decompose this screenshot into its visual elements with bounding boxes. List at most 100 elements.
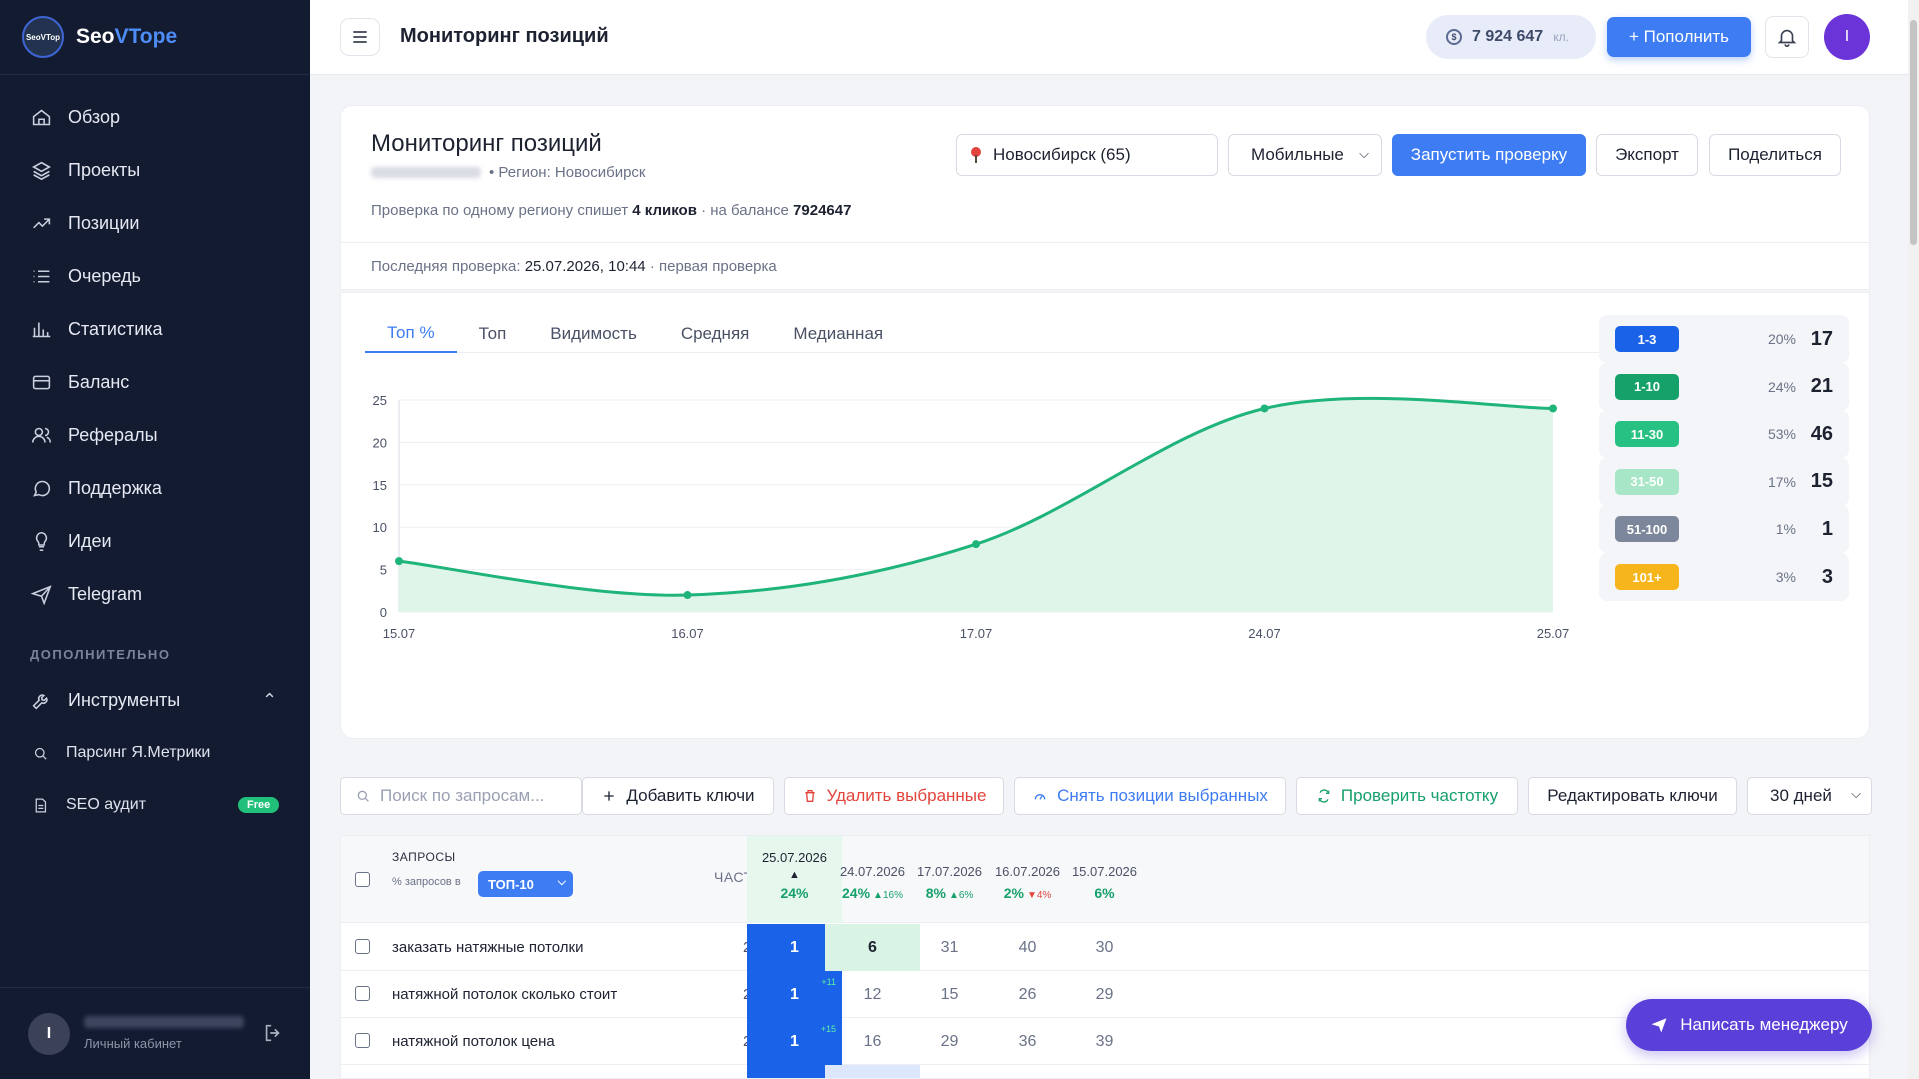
sidebar-item-3[interactable]: Очередь (0, 250, 310, 303)
col-pct-label: % запросов в (392, 876, 461, 888)
users-icon (30, 425, 52, 447)
sidebar-item-1[interactable]: Проекты (0, 144, 310, 197)
search-input[interactable]: Поиск по запросам... (340, 777, 582, 815)
bulb-icon (30, 531, 52, 553)
positions-chart: 0 5 10 15 20 25 15.07 16.07 17.07 24.07 25.07 (373, 393, 1570, 641)
layers-icon (30, 160, 52, 182)
project-card: Мониторинг позиций • Регион: Новосибирск… (340, 105, 1870, 290)
sidebar-item-label: Статистика (68, 319, 163, 339)
legend-range-badge: 51-100 (1615, 516, 1679, 543)
bell-icon (1777, 29, 1797, 47)
sidebar-item-4[interactable]: Статистика (0, 303, 310, 356)
legend-range-badge: 1-10 (1615, 373, 1679, 400)
balance-pill[interactable]: $ 7 924 647 кл. (1426, 15, 1596, 59)
remove-positions-button[interactable]: Снять позиции выбранных (1014, 777, 1286, 815)
profile-block[interactable]: I Личный кабинет (0, 987, 310, 1079)
logo[interactable]: SeoVTop SeoVTope (0, 0, 310, 75)
table-row[interactable] (341, 1065, 1869, 1078)
user-avatar-button[interactable]: I (1824, 14, 1870, 60)
sidebar-item-9[interactable]: Telegram (0, 568, 310, 621)
region-input[interactable]: Новосибирск (65) (956, 134, 1218, 176)
page-scrollbar[interactable] (1908, 0, 1919, 1079)
sidebar-item-0[interactable]: Обзор (0, 91, 310, 144)
free-badge: Free (238, 797, 280, 813)
sidebar-item-2[interactable]: Позиции (0, 197, 310, 250)
sidebar-item-7[interactable]: Поддержка (0, 462, 310, 515)
legend-row[interactable]: 11-30 53% 46 (1599, 410, 1849, 459)
sidebar-item-8[interactable]: Идеи (0, 515, 310, 568)
balance-value: 7 924 647 (1472, 28, 1544, 45)
send-icon (1651, 1018, 1667, 1033)
edit-keys-button[interactable]: Редактировать ключи (1528, 777, 1737, 815)
sidebar-item-6[interactable]: Рефералы (0, 409, 310, 462)
delete-selected-button[interactable]: Удалить выбранные (784, 777, 1004, 815)
query-text: заказать натяжные потолки (392, 939, 584, 956)
sidebar-item-label: Инструменты (68, 690, 181, 710)
pin-icon (971, 147, 981, 163)
write-manager-button[interactable]: Написать менеджеру (1626, 999, 1872, 1051)
profile-subtitle: Личный кабинет (84, 1036, 182, 1051)
row-checkbox[interactable] (355, 1033, 370, 1048)
query-text: натяжной потолок цена (392, 1033, 555, 1050)
legend-count: 15 (1810, 470, 1833, 493)
scrollbar-thumb[interactable] (1910, 20, 1917, 245)
legend-range-badge: 101+ (1615, 564, 1679, 590)
run-check-button[interactable]: Запустить проверку (1392, 134, 1586, 176)
legend-row[interactable]: 101+ 3% 3 (1599, 553, 1849, 601)
table-header: ЗАПРОСЫ % запросов в ТОП-10⌵ ЧАСТОТА 25.… (341, 836, 1869, 923)
sidebar-item-metrika[interactable]: Парсинг Я.Метрики (0, 727, 310, 779)
data-point (1260, 404, 1269, 413)
chevron-down-icon: ⌵ (557, 876, 566, 888)
top-range-select[interactable]: ТОП-10 ⌵ (478, 871, 573, 897)
region-text: • Регион: Новосибирск (489, 164, 646, 181)
sidebar-section-label: ДОПОЛНИТЕЛЬНО (30, 647, 171, 662)
y-tick-label: 0 (380, 605, 387, 620)
period-select[interactable]: 30 дней ⌵ (1747, 777, 1872, 815)
list-icon (30, 266, 52, 288)
table-row[interactable]: заказать натяжные потолки21+56314030 (341, 924, 1869, 971)
legend-count: 17 (1810, 327, 1833, 350)
legend-pct: 17% (1767, 473, 1796, 490)
sidebar-item-label: Telegram (68, 584, 143, 604)
select-all-checkbox[interactable] (355, 872, 370, 887)
add-keys-button[interactable]: Добавить ключи (582, 777, 774, 815)
tab-0[interactable]: Топ % (365, 315, 457, 353)
legend-range-badge: 11-30 (1615, 421, 1679, 448)
row-checkbox[interactable] (355, 986, 370, 1001)
tab-4[interactable]: Медианная (771, 315, 905, 353)
sidebar-item-label: Обзор (68, 107, 120, 127)
export-button[interactable]: Экспорт (1596, 134, 1698, 176)
tab-1[interactable]: Топ (457, 315, 529, 353)
sidebar-item-label: Позиции (68, 213, 140, 233)
tab-3[interactable]: Средняя (659, 315, 772, 353)
device-select[interactable]: Мобильные ⌵ (1228, 134, 1382, 176)
topup-button[interactable]: + Пополнить (1607, 17, 1751, 57)
date-column-header[interactable]: 15.07.2026 6% (1057, 836, 1152, 923)
legend-row[interactable]: 31-50 17% 15 (1599, 457, 1849, 506)
notifications-button[interactable] (1765, 16, 1809, 58)
legend-row[interactable]: 51-100 1% 1 (1599, 505, 1849, 554)
menu-toggle-button[interactable] (340, 18, 380, 56)
sidebar-item-label: Рефералы (68, 425, 158, 445)
sidebar-item-tools[interactable]: Инструменты ⌃ (0, 674, 310, 727)
chevron-up-icon: ⌃ (262, 690, 278, 710)
tab-2[interactable]: Видимость (528, 315, 659, 353)
logout-icon[interactable] (262, 1022, 284, 1049)
sidebar-item-5[interactable]: Баланс (0, 356, 310, 409)
share-button[interactable]: Поделиться (1709, 134, 1841, 176)
legend-row[interactable]: 1-3 20% 17 (1599, 315, 1849, 363)
legend-pct: 1% (1775, 521, 1796, 538)
x-tick-label: 24.07 (1248, 626, 1281, 641)
sidebar-nav: Обзор Проекты Позиции Очередь Статистика Бала… (0, 75, 310, 621)
page-title: Мониторинг позиций (400, 25, 609, 47)
avatar: I (28, 1012, 70, 1055)
check-frequency-button[interactable]: Проверить частотку (1296, 777, 1518, 815)
legend-count: 1 (1821, 517, 1833, 540)
coin-icon: $ (1446, 29, 1462, 45)
balance-unit: кл. (1553, 30, 1569, 44)
legend-row[interactable]: 1-10 24% 21 (1599, 362, 1849, 411)
sidebar-item-seo-audit[interactable]: SEO аудит Free (0, 779, 310, 831)
refresh-icon (1318, 789, 1330, 803)
row-checkbox[interactable] (355, 939, 370, 954)
check-cost-info: Проверка по одному региону спишет 4 клик… (371, 202, 852, 219)
